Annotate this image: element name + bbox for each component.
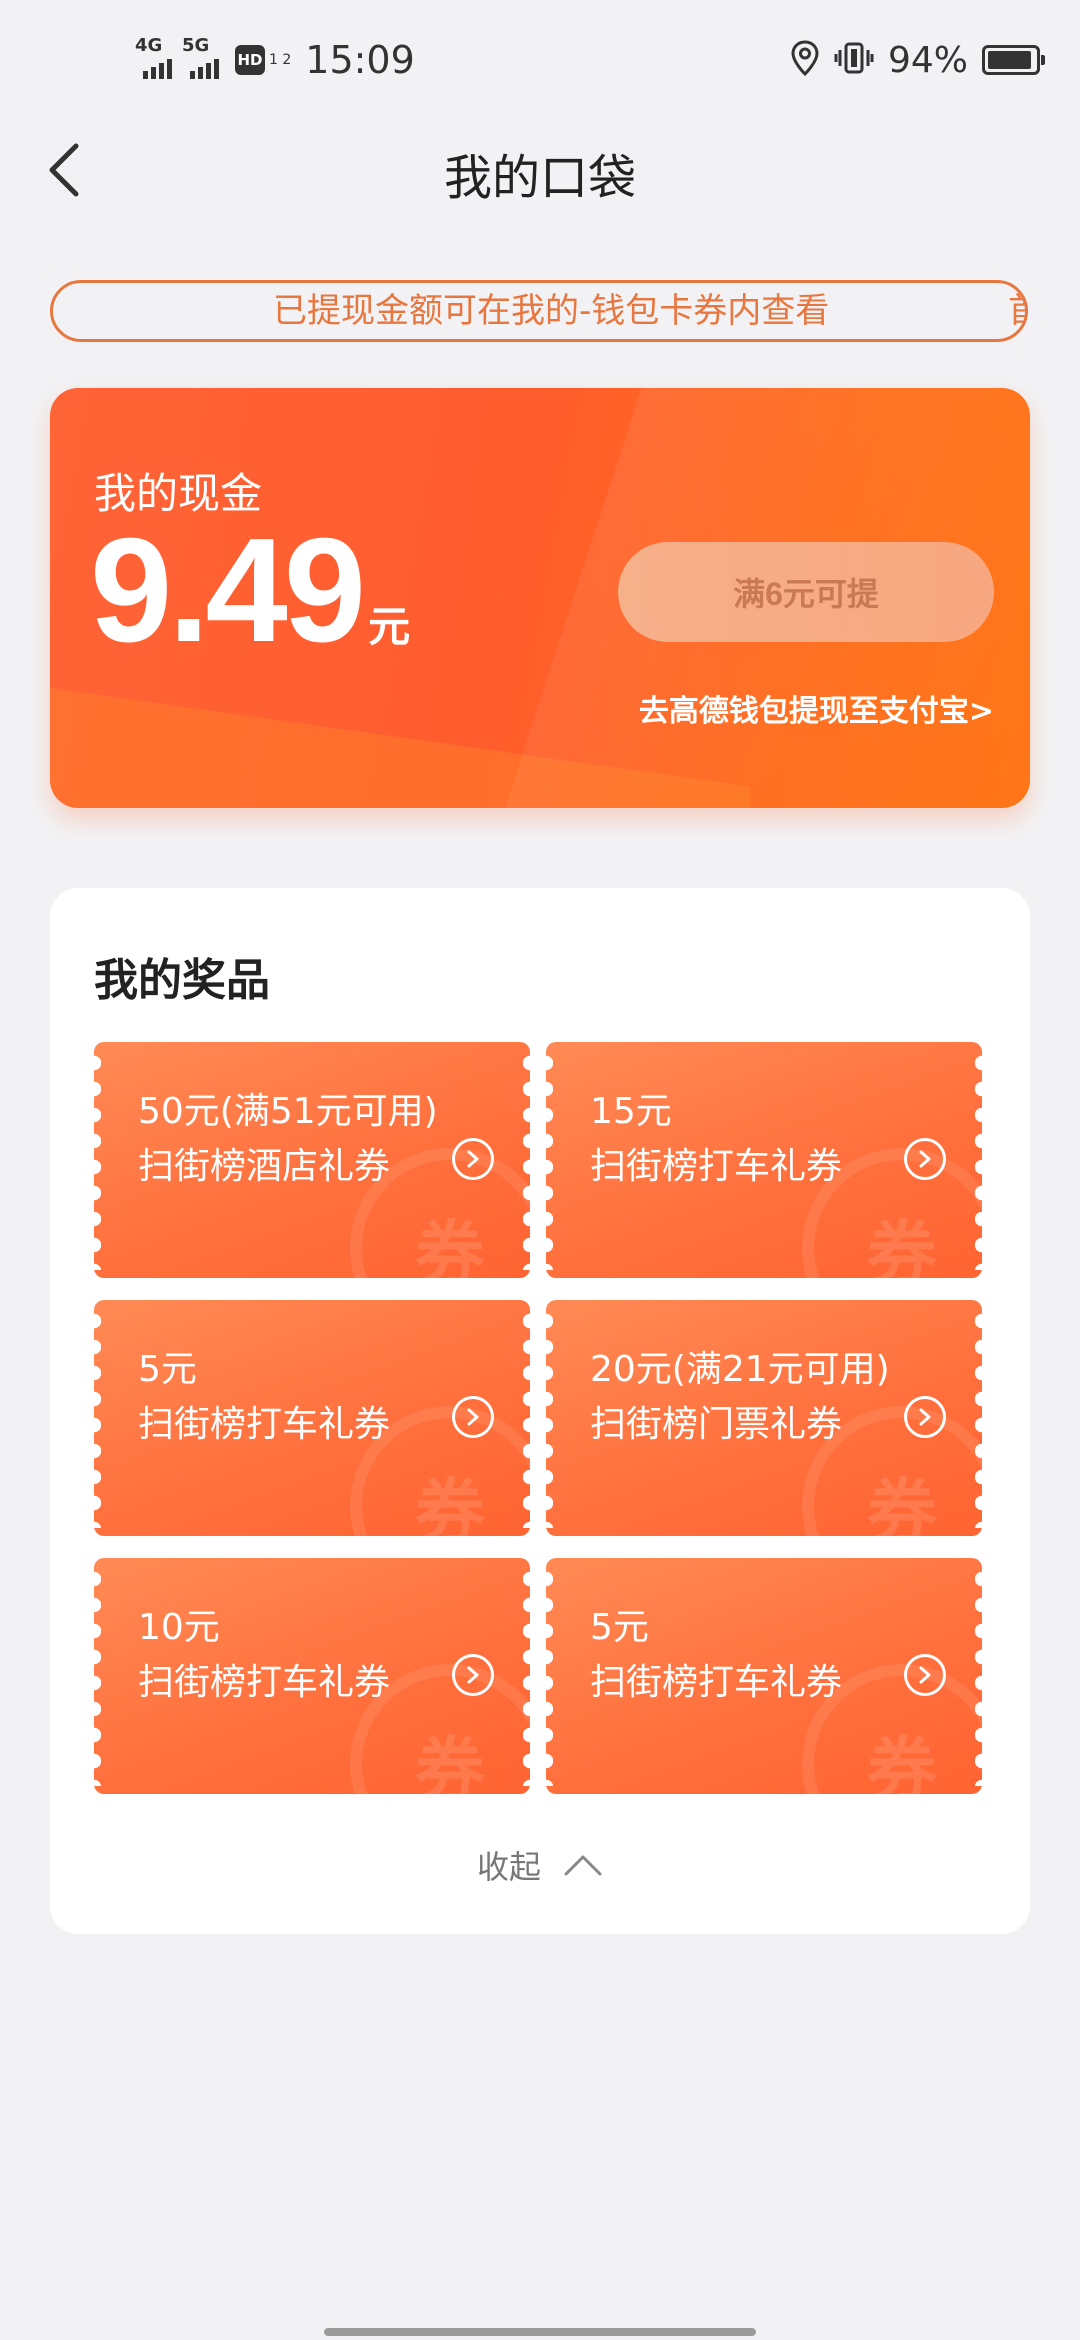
coupon-card[interactable]: 券 15元 扫街榜打车礼券 [546,1042,982,1278]
hd-sub: 1 2 [269,52,292,68]
chevron-right-circle-icon[interactable] [452,1396,494,1438]
cash-card: 我的现金 9.49 元 满6元可提 去高德钱包提现至支付宝> [50,388,1030,808]
coupon-amount: 10元 [138,1607,220,1648]
nav-bar: 我的口袋 [0,120,1080,220]
prizes-title: 我的奖品 [94,955,270,1006]
cash-amount: 9.49 元 [90,506,410,676]
chevron-right-circle-icon[interactable] [904,1396,946,1438]
coupon-name: 扫街榜门票礼券 [590,1404,843,1445]
notice-text: 已提现金额可在我的-钱包卡券内查看 [273,291,830,331]
coupon-grid: 券 50元(满51元可用) 扫街榜酒店礼券 券 15元 扫街榜打车礼券 券 5元… [94,1042,984,1794]
chevron-right-circle-icon[interactable] [452,1654,494,1696]
page-title: 我的口袋 [443,150,636,206]
cash-amount-value: 9.49 [90,508,366,673]
clock: 15:09 [305,38,415,82]
coupon-amount: 20元(满21元可用) [590,1349,890,1390]
coupon-name: 扫街榜打车礼券 [590,1146,843,1187]
chevron-right-circle-icon[interactable] [452,1138,494,1180]
hd-voice-icon: HD [235,45,265,75]
battery-icon [982,45,1045,75]
collapse-label: 收起 [476,1848,541,1886]
coupon-amount: 15元 [590,1091,672,1132]
alipay-withdraw-link[interactable]: 去高德钱包提现至支付宝> [639,686,994,730]
status-left: 4G 5G HD 1 2 15:09 [135,30,415,90]
coupon-card[interactable]: 券 50元(满51元可用) 扫街榜酒店礼券 [94,1042,530,1278]
coupon-name: 扫街榜打车礼券 [590,1662,843,1703]
chevron-right-circle-icon[interactable] [904,1654,946,1696]
notice-banner: 已提现金额可在我的-钱包卡券内查看 首 [50,280,1028,342]
coupon-card[interactable]: 券 5元 扫街榜打车礼券 [94,1300,530,1536]
prizes-panel: 我的奖品 券 50元(满51元可用) 扫街榜酒店礼券 券 15元 扫街榜打车礼券… [50,888,1030,1934]
coupon-amount: 5元 [138,1349,197,1390]
coupon-card[interactable]: 券 5元 扫街榜打车礼券 [546,1558,982,1794]
signal-5g-icon: 5G [182,35,219,79]
cash-amount-unit: 元 [368,602,411,651]
network-type-1: 4G [135,35,163,56]
coupon-amount: 5元 [590,1607,649,1648]
coupon-amount: 50元(满51元可用) [138,1091,438,1132]
battery-percent: 94% [887,39,968,81]
status-bar: 4G 5G HD 1 2 15:09 94% [0,0,1080,120]
coupon-name: 扫街榜酒店礼券 [138,1146,391,1187]
coupon-card[interactable]: 券 20元(满21元可用) 扫街榜门票礼券 [546,1300,982,1536]
network-type-2: 5G [182,35,210,56]
coupon-name: 扫街榜打车礼券 [138,1404,391,1445]
home-indicator[interactable] [324,2328,756,2336]
coupon-name: 扫街榜打车礼券 [138,1662,391,1703]
signal-4g-icon: 4G [135,35,172,79]
collapse-button[interactable]: 收起 [50,1842,1030,1888]
notice-text-next: 首 [1008,283,1025,339]
location-icon [790,40,820,80]
chevron-right-circle-icon[interactable] [904,1138,946,1180]
withdraw-button[interactable]: 满6元可提 [618,542,994,642]
coupon-card[interactable]: 券 10元 扫街榜打车礼券 [94,1558,530,1794]
status-right: 94% [790,30,1045,90]
vibrate-icon [834,41,874,79]
chevron-up-icon [564,1855,602,1876]
